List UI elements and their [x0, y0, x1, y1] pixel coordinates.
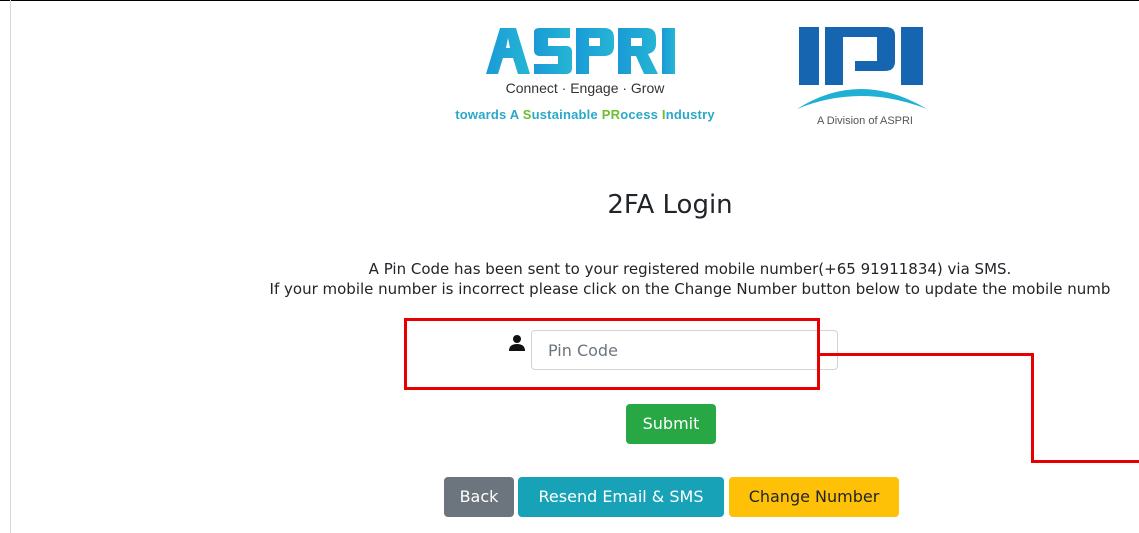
aspri-subline-part: S — [522, 107, 532, 122]
change-number-button[interactable]: Change Number — [729, 477, 899, 517]
aspri-subline-part: ndustry — [665, 107, 715, 122]
back-button[interactable]: Back — [444, 477, 514, 517]
submit-button[interactable]: Submit — [626, 404, 716, 444]
page-left-border — [10, 0, 11, 533]
annotation-connector-3 — [1031, 460, 1139, 463]
sms-notice: A Pin Code has been sent to your registe… — [140, 259, 1139, 299]
sms-notice-line-1: A Pin Code has been sent to your registe… — [368, 260, 1012, 278]
ipi-logo-mark — [797, 27, 927, 109]
sms-notice-line-2: If your mobile number is incorrect pleas… — [269, 280, 1111, 298]
page-title: 2FA Login — [607, 190, 733, 220]
ipi-logo: A Division of ASPRI — [785, 25, 945, 145]
aspri-tagline: Connect · Engage · Grow — [505, 80, 665, 96]
ipi-caption: A Division of ASPRI — [817, 115, 913, 127]
annotation-connector-1 — [820, 353, 1032, 356]
aspri-subline-part: towards A — [455, 107, 523, 122]
annotation-connector-2 — [1031, 353, 1034, 463]
aspri-logo-mark — [486, 28, 675, 74]
resend-email-sms-button[interactable]: Resend Email & SMS — [518, 477, 724, 517]
aspri-subline-part: ustainable — [531, 107, 602, 122]
annotation-highlight-box — [404, 318, 820, 390]
aspri-subline: towards A Sustainable PRocess Industry — [400, 107, 770, 122]
aspri-logo: Connect · Engage · Grow towards A Sustai… — [400, 22, 770, 132]
aspri-subline-part: ocess — [620, 107, 662, 122]
aspri-subline-part: PR — [601, 107, 621, 122]
